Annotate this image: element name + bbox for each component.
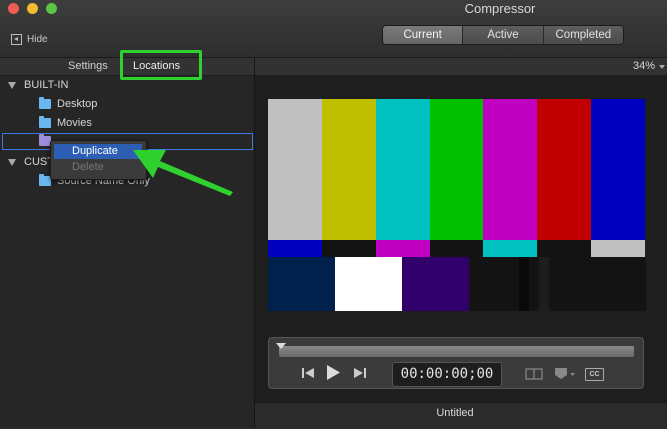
list-item-label: Movies (57, 117, 92, 129)
tab-current[interactable]: Current (383, 26, 463, 44)
zoom-level[interactable]: 34% (633, 60, 655, 72)
scrubber-bar[interactable] (279, 346, 634, 357)
close-window-button[interactable] (8, 3, 19, 14)
marker-icon[interactable] (554, 367, 576, 381)
color-bar-top (483, 99, 538, 240)
split-view-icon[interactable] (525, 368, 543, 380)
color-bar-middle (537, 240, 592, 257)
folder-icon (39, 116, 51, 128)
color-bar-middle (591, 240, 646, 257)
playhead-icon[interactable] (276, 343, 286, 349)
color-bar-bottom (335, 257, 403, 311)
color-bar-bottom (549, 257, 646, 311)
color-bar-bottom (469, 257, 520, 311)
title-bar: Compressor Hide Current Active Completed (0, 0, 667, 58)
color-bar-top (375, 99, 431, 240)
color-bar-top (537, 99, 592, 240)
color-bar-bottom (519, 257, 530, 311)
hide-button[interactable]: Hide (11, 34, 48, 45)
timecode-display: 00:00:00;00 (392, 362, 502, 387)
tab-settings[interactable]: Settings (68, 60, 108, 72)
viewer-header: 34% (255, 58, 667, 76)
zoom-window-button[interactable] (46, 3, 57, 14)
list-item-movies[interactable]: Movies (39, 116, 92, 129)
color-bar-middle (268, 240, 323, 257)
color-bar-top (321, 99, 377, 240)
closed-captions-icon[interactable]: CC (585, 368, 604, 381)
color-bar-middle (483, 240, 538, 257)
job-title: Untitled (436, 407, 474, 419)
hide-sidebar-icon (11, 34, 22, 45)
color-bar-bottom (402, 257, 470, 311)
go-to-end-icon[interactable] (353, 366, 367, 380)
menu-item-delete[interactable]: Delete (72, 161, 104, 173)
context-menu: Duplicate Delete (50, 140, 147, 180)
color-bar-bottom (529, 257, 540, 311)
folder-icon (39, 97, 51, 109)
transport-controls: 00:00:00;00 CC (268, 337, 644, 389)
minimize-window-button[interactable] (27, 3, 38, 14)
color-bar-middle (321, 240, 377, 257)
annotation-highlight-box (120, 50, 202, 80)
section-built-in[interactable]: BUILT-IN (8, 79, 68, 91)
color-bar-top (429, 99, 484, 240)
color-bar-top (268, 99, 323, 240)
tab-completed[interactable]: Completed (542, 26, 623, 44)
hide-button-label: Hide (27, 34, 48, 45)
tab-active[interactable]: Active (462, 26, 543, 44)
section-custom[interactable]: CUST (8, 156, 54, 168)
color-bars-frame (268, 99, 646, 311)
list-item-desktop[interactable]: Desktop (39, 97, 98, 110)
color-bar-middle (375, 240, 431, 257)
color-bar-bottom (539, 257, 550, 311)
menu-item-duplicate[interactable]: Duplicate (54, 144, 142, 159)
color-bar-top (591, 99, 646, 240)
view-segmented-control: Current Active Completed (382, 25, 624, 45)
color-bar-middle (429, 240, 484, 257)
disclosure-triangle-icon[interactable] (8, 158, 16, 166)
play-icon[interactable] (325, 364, 341, 381)
list-item-label: Desktop (57, 98, 98, 110)
chevron-down-icon[interactable] (659, 65, 665, 69)
section-label: BUILT-IN (24, 79, 69, 91)
go-to-start-icon[interactable] (301, 366, 315, 380)
disclosure-triangle-icon[interactable] (8, 81, 16, 89)
window-title: Compressor (464, 1, 536, 16)
status-bar: Untitled (255, 402, 667, 429)
color-bar-bottom (268, 257, 336, 311)
